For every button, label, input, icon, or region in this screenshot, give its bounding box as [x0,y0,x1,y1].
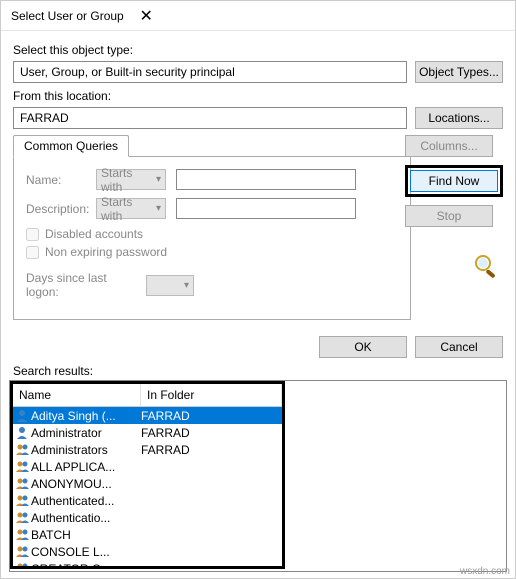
query-name-label: Name: [26,173,86,187]
desc-condition-dropdown[interactable]: Starts with ▾ [96,198,166,219]
group-icon [15,545,31,559]
group-icon [15,562,31,570]
watermark: wsxdn.com [460,566,510,577]
ok-button[interactable]: OK [319,336,407,358]
result-name: ANONYMOU... [31,477,141,491]
group-icon [15,477,31,491]
columns-button[interactable]: Columns... [405,135,493,157]
result-name: CREATOR G... [31,562,141,570]
close-button[interactable]: ✕ [124,1,169,31]
disabled-accounts-checkbox[interactable] [26,228,39,241]
table-row[interactable]: BATCH [13,526,282,543]
search-results-label: Search results: [1,364,515,378]
table-row[interactable]: Authenticated... [13,492,282,509]
days-logon-dropdown[interactable]: ▾ [146,275,194,296]
user-icon [15,409,31,423]
table-row[interactable]: ALL APPLICA... [13,458,282,475]
name-input[interactable] [176,169,356,190]
description-input[interactable] [176,198,356,219]
results-listview[interactable]: Name In Folder Aditya Singh (...FARRADAd… [9,380,507,572]
table-row[interactable]: CREATOR G... [13,560,282,569]
column-folder[interactable]: In Folder [141,384,282,406]
result-folder: FARRAD [141,443,280,457]
group-icon [15,494,31,508]
group-icon [15,511,31,525]
chevron-down-icon: ▾ [156,174,161,185]
group-icon [15,443,31,457]
nonexpire-label: Non expiring password [45,245,167,259]
location-field: FARRAD [13,107,407,129]
result-name: Administrators [31,443,141,457]
tab-panel: Name: Starts with ▾ Description: Starts … [13,156,411,320]
window-title: Select User or Group [11,9,124,23]
result-name: Authenticated... [31,494,141,508]
result-name: Authenticatio... [31,511,141,525]
close-icon: ✕ [140,6,153,26]
result-name: Administrator [31,426,141,440]
result-name: CONSOLE L... [31,545,141,559]
table-row[interactable]: ANONYMOU... [13,475,282,492]
titlebar: Select User or Group ✕ [1,1,515,31]
object-types-button[interactable]: Object Types... [415,61,503,83]
disabled-accounts-label: Disabled accounts [45,227,143,241]
find-now-highlight: Find Now [405,165,503,197]
result-name: Aditya Singh (... [31,409,141,423]
result-folder: FARRAD [141,409,280,423]
chevron-down-icon: ▾ [184,280,189,291]
nonexpire-checkbox[interactable] [26,246,39,259]
table-row[interactable]: AdministratorFARRAD [13,424,282,441]
stop-button[interactable]: Stop [405,205,493,227]
column-name[interactable]: Name [13,384,141,406]
table-row[interactable]: CONSOLE L... [13,543,282,560]
group-icon [15,460,31,474]
name-condition-dropdown[interactable]: Starts with ▾ [96,169,166,190]
tab-common-queries[interactable]: Common Queries [13,135,129,157]
days-logon-label: Days since last logon: [26,271,136,299]
result-name: ALL APPLICA... [31,460,141,474]
object-type-label: Select this object type: [13,43,503,57]
result-folder: FARRAD [141,426,280,440]
group-icon [15,528,31,542]
find-now-button[interactable]: Find Now [410,170,498,192]
query-desc-label: Description: [26,202,86,216]
desc-condition-value: Starts with [101,195,156,223]
table-row[interactable]: AdministratorsFARRAD [13,441,282,458]
locations-button[interactable]: Locations... [415,107,503,129]
chevron-down-icon: ▾ [156,203,161,214]
name-condition-value: Starts with [101,166,156,194]
result-name: BATCH [31,528,141,542]
table-row[interactable]: Aditya Singh (...FARRAD [13,407,282,424]
cancel-button[interactable]: Cancel [415,336,503,358]
results-header: Name In Folder [13,384,282,407]
user-icon [15,426,31,440]
table-row[interactable]: Authenticatio... [13,509,282,526]
object-type-field: User, Group, or Built-in security princi… [13,61,407,83]
magnifier-icon [471,253,503,281]
location-label: From this location: [13,89,503,103]
